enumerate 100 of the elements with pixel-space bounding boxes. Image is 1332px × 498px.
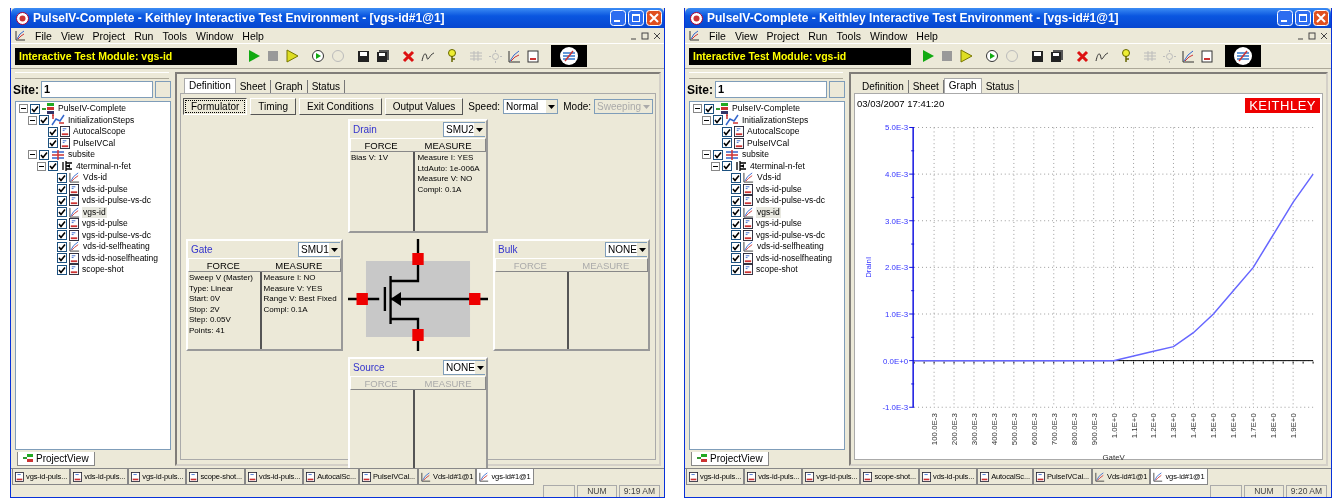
checkbox[interactable] (57, 184, 67, 195)
graph-icon[interactable] (508, 49, 521, 63)
menu-item[interactable]: View (60, 29, 84, 42)
instrument-dropdown[interactable]: SMU2 (443, 122, 485, 137)
tree-item[interactable]: PulseIVCal (746, 137, 791, 149)
expander-icon[interactable] (702, 115, 711, 125)
tree-item[interactable]: AutocalScope (746, 126, 801, 138)
tab[interactable]: Graph (270, 80, 308, 93)
toolbar-button[interactable]: Exit Conditions (299, 98, 382, 115)
toolbar-button[interactable]: Output Values (384, 98, 464, 115)
tree-item[interactable]: Vds-id (82, 172, 109, 184)
site-field[interactable]: 1 (715, 81, 827, 98)
tree-item[interactable]: InitializationSteps (741, 114, 810, 126)
tree-item[interactable]: vds-id-selfheating (82, 241, 151, 253)
tree-item[interactable]: vgs-id-pulse-vs-dc (81, 229, 152, 241)
checkbox[interactable] (722, 138, 732, 149)
tree-item[interactable]: 4terminal-n-fet (75, 160, 132, 172)
checkbox[interactable] (731, 207, 741, 218)
checkbox[interactable] (48, 138, 58, 149)
step-icon[interactable] (285, 49, 299, 63)
menu-item[interactable]: View (734, 29, 758, 42)
document-icon[interactable] (1201, 49, 1213, 63)
checkbox[interactable] (731, 264, 741, 275)
tree-item[interactable]: vds-id-pulse-vs-dc (81, 195, 152, 207)
checkbox[interactable] (731, 172, 741, 183)
save-all-icon[interactable] (376, 49, 390, 63)
tree-item[interactable]: AutocalScope (72, 126, 127, 138)
document-icon[interactable] (527, 49, 539, 63)
close-button[interactable] (1313, 10, 1329, 26)
menu-item[interactable]: Tools (836, 29, 861, 42)
checkbox[interactable] (57, 218, 67, 229)
tree-item[interactable]: subsite (741, 149, 770, 161)
site-field[interactable]: 1 (41, 81, 153, 98)
tree-item[interactable]: vds-id-pulse (755, 183, 803, 195)
toolbar-button[interactable]: Formulator (183, 98, 248, 115)
checkbox[interactable] (722, 126, 732, 137)
tree-item[interactable]: vgs-id (756, 206, 781, 218)
menu-item[interactable]: Window (869, 29, 908, 42)
play-icon[interactable] (921, 49, 935, 63)
menu-item[interactable]: Tools (162, 29, 187, 42)
expander-icon[interactable] (37, 161, 46, 171)
checkbox[interactable] (731, 253, 741, 264)
menu-item[interactable]: Help (242, 29, 264, 42)
delete-icon[interactable] (402, 49, 415, 63)
instrument-dropdown[interactable]: NONE (605, 242, 647, 257)
checkbox[interactable] (57, 230, 67, 241)
tree-item[interactable]: scope-shot (81, 264, 125, 276)
checkbox[interactable] (731, 230, 741, 241)
checkbox[interactable] (57, 172, 67, 183)
tree-item[interactable]: vgs-id-pulse-vs-dc (755, 229, 826, 241)
tree-item[interactable]: PulseIV-Complete (731, 103, 802, 115)
tab[interactable]: Status (307, 80, 345, 93)
tree-item[interactable]: vgs-id (82, 206, 107, 218)
panel-tab[interactable]: ProjectView (17, 452, 95, 466)
minimize-button[interactable] (610, 10, 626, 26)
expander-icon[interactable] (711, 161, 720, 171)
expander-icon[interactable] (19, 104, 28, 114)
checkbox[interactable] (57, 264, 67, 275)
menu-item[interactable]: Run (134, 29, 154, 42)
step-icon[interactable] (959, 49, 973, 63)
expander-icon[interactable] (28, 150, 37, 160)
checkbox[interactable] (731, 184, 741, 195)
instrument-dropdown[interactable]: NONE (443, 360, 485, 375)
tree-item[interactable]: 4terminal-n-fet (749, 160, 806, 172)
key-icon[interactable] (1121, 49, 1131, 63)
maximize-button[interactable] (1295, 10, 1311, 26)
tree-item[interactable]: vgs-id-pulse (755, 218, 803, 230)
checkbox[interactable] (722, 161, 732, 172)
toolbar-button[interactable]: Timing (250, 98, 296, 115)
checkbox[interactable] (731, 195, 741, 206)
close-button[interactable] (646, 10, 662, 26)
menu-item[interactable]: Run (808, 29, 828, 42)
delete-icon[interactable] (1076, 49, 1089, 63)
tree-item[interactable]: vds-id-pulse (81, 183, 129, 195)
checkbox[interactable] (39, 115, 49, 126)
checkbox[interactable] (48, 161, 58, 172)
tab[interactable]: Graph (943, 78, 982, 93)
speed-dropdown[interactable]: Normal (503, 99, 559, 114)
play-icon[interactable] (247, 49, 261, 63)
checkbox[interactable] (57, 253, 67, 264)
panel-tab[interactable]: ProjectView (691, 452, 769, 466)
checkbox[interactable] (48, 126, 58, 137)
tree-item[interactable]: PulseIVCal (72, 137, 117, 149)
mdi-controls-icon[interactable] (1297, 31, 1327, 40)
checkbox[interactable] (57, 207, 67, 218)
tree-item[interactable]: InitializationSteps (67, 114, 136, 126)
checkbox[interactable] (731, 218, 741, 229)
menu-item[interactable]: Help (916, 29, 938, 42)
checkbox[interactable] (57, 241, 67, 252)
key-icon[interactable] (447, 49, 457, 63)
menu-item[interactable]: Project (92, 29, 126, 42)
tree-item[interactable]: vds-id-noselfheating (755, 252, 834, 264)
tab[interactable]: Sheet (235, 80, 271, 93)
graph-icon[interactable] (1182, 49, 1195, 63)
tree-item[interactable]: vds-id-noselfheating (81, 252, 160, 264)
tree-item[interactable]: PulseIV-Complete (57, 103, 128, 115)
checkbox[interactable] (39, 149, 49, 160)
checkbox[interactable] (713, 149, 723, 160)
instrument-dropdown[interactable]: SMU1 (298, 242, 340, 257)
tree-item[interactable]: scope-shot (755, 264, 799, 276)
